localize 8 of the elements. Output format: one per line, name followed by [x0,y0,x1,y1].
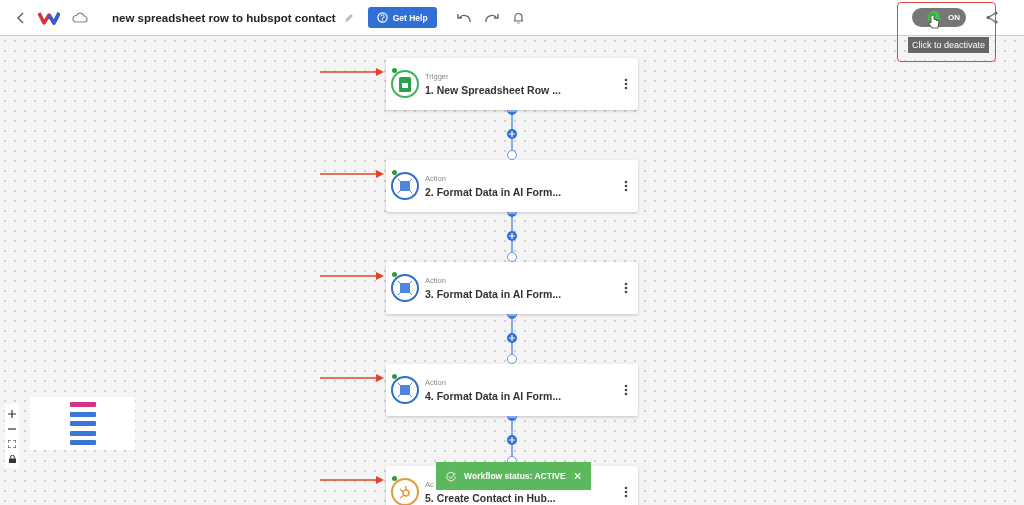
step-title: 4. Format Data in AI Form... [425,390,563,402]
step-title: 2. Format Data in AI Form... [425,186,563,198]
toast-message: Workflow status: ACTIVE [464,471,566,481]
tooltip: Click to deactivate [908,37,990,53]
workflow-title: new spreadsheet row to hubspot contact [112,11,336,24]
step-title: 3. Format Data in AI Form... [425,288,563,300]
step-title: 1. New Spreadsheet Row ... [425,84,562,96]
step-title: 5. Create Contact in Hub... [425,492,557,504]
